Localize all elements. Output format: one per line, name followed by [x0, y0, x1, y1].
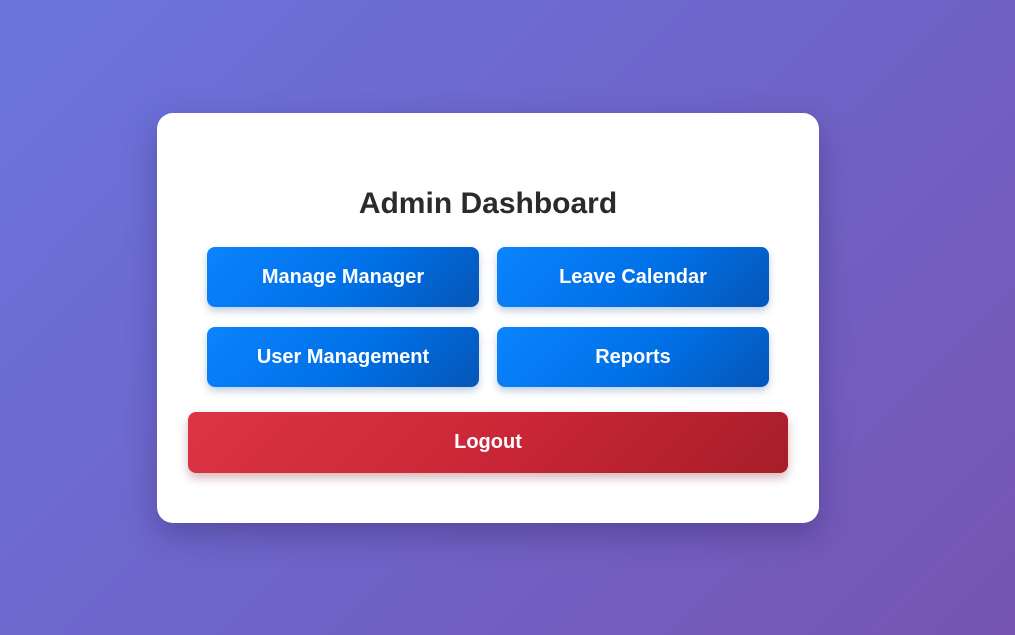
dashboard-card: Admin Dashboard Manage Manager Leave Cal… — [157, 113, 819, 523]
leave-calendar-button[interactable]: Leave Calendar — [497, 247, 769, 307]
page-title: Admin Dashboard — [358, 187, 618, 220]
reports-button[interactable]: Reports — [497, 327, 769, 387]
manage-manager-button[interactable]: Manage Manager — [207, 247, 479, 307]
user-management-button[interactable]: User Management — [207, 327, 479, 387]
logout-button[interactable]: Logout — [188, 412, 788, 473]
